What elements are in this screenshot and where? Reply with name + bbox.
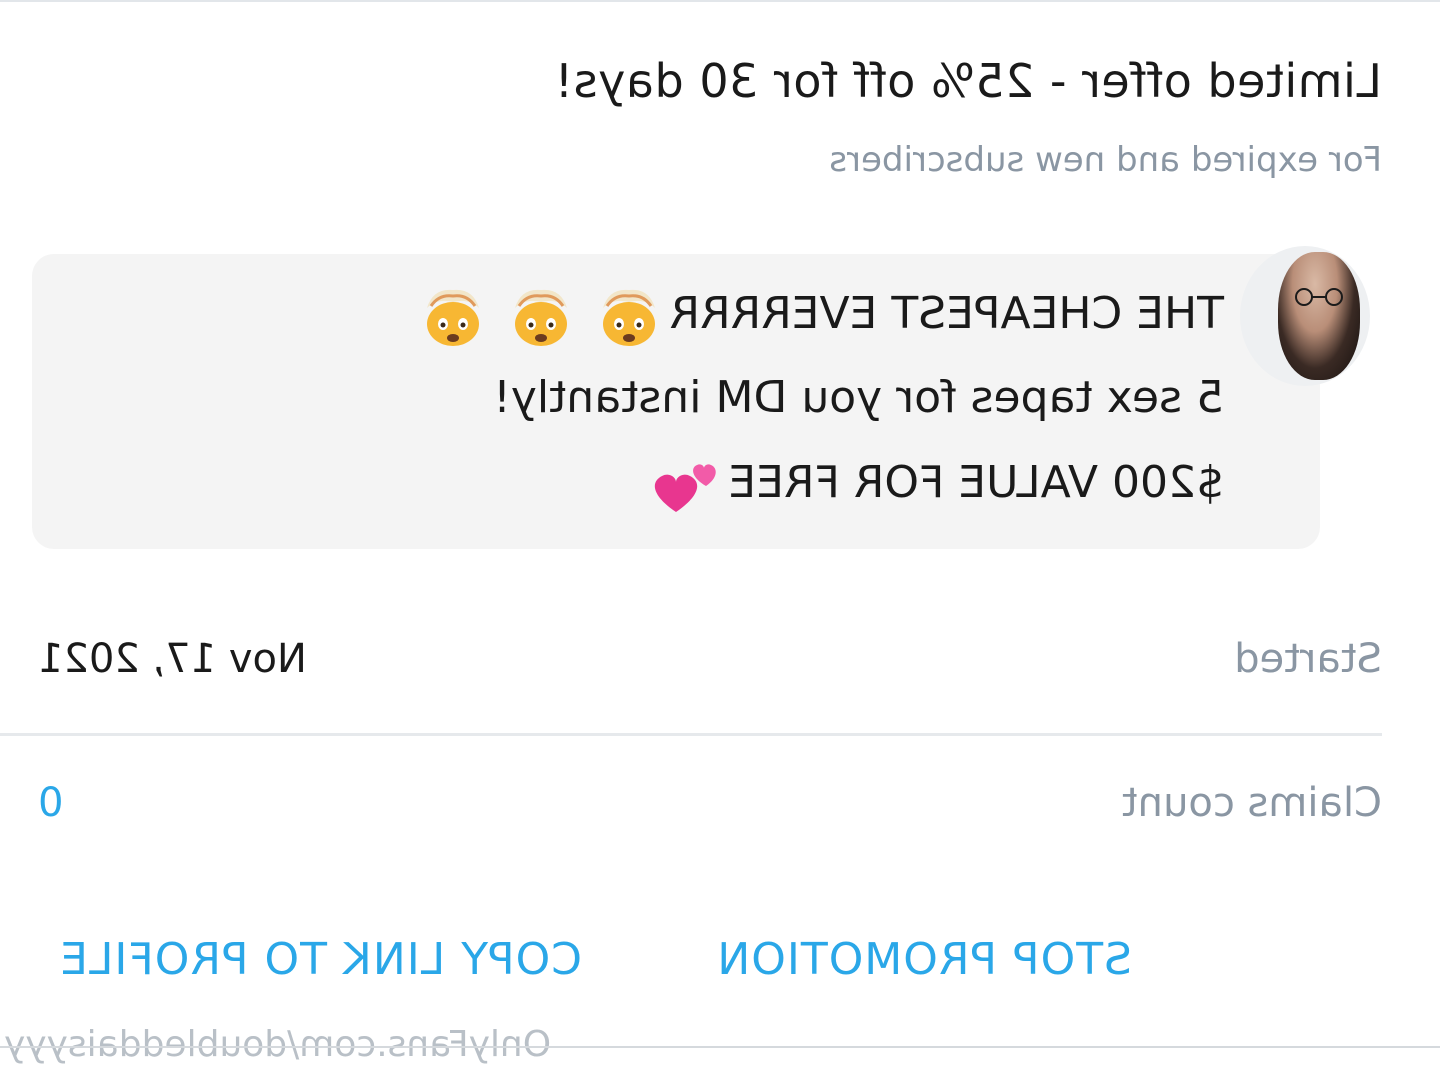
copy-link-to-profile-button[interactable]: COPY LINK TO PROFILE	[59, 934, 582, 985]
top-border	[0, 0, 1440, 2]
two-hearts-emoji-icon	[655, 464, 717, 512]
stop-promotion-button[interactable]: STOP PROMOTION	[716, 934, 1132, 985]
divider	[0, 733, 1382, 736]
watermark: OnlyFans.com/doubleddaisyyy	[4, 1024, 552, 1065]
promotion-subtitle: For expired and new subscribers	[829, 140, 1382, 180]
message-line-2: 5 sex tapes for you DM instantly!	[493, 372, 1224, 423]
started-label: Started	[1234, 636, 1382, 682]
promotion-title: Limited offer - 25% off for 30 days!	[554, 54, 1382, 108]
message-line-1: THE CHEAPEST EVERRRR	[413, 284, 1224, 348]
claims-count-label: Claims count	[1121, 780, 1382, 826]
glasses-icon	[1295, 288, 1343, 306]
emoji-row	[413, 284, 663, 348]
message-line-3: $200 VALUE FOR FREE	[648, 456, 1224, 514]
message-line-3-text: $200 VALUE FOR FREE	[728, 457, 1224, 508]
avatar[interactable]	[1278, 252, 1360, 380]
claims-count-value[interactable]: 0	[38, 780, 63, 826]
exploding-head-emoji-icon	[515, 289, 568, 346]
exploding-head-emoji-icon	[427, 289, 480, 346]
exploding-head-emoji-icon	[603, 289, 656, 346]
started-value: Nov 17, 2021	[38, 636, 307, 682]
message-line-1-text: THE CHEAPEST EVERRRR	[669, 288, 1224, 339]
bottom-divider	[0, 1046, 1440, 1048]
promotion-card: Limited offer - 25% off for 30 days! For…	[0, 0, 1440, 1079]
